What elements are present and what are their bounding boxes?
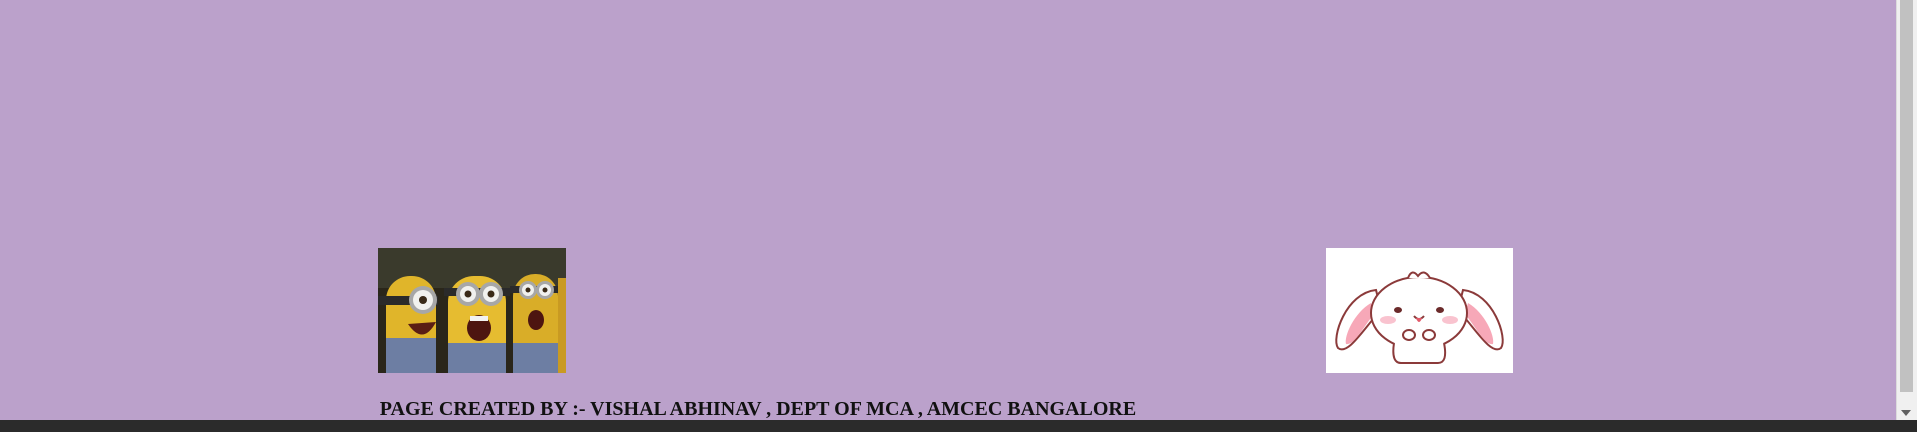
minions-image — [378, 248, 566, 373]
page-credit-text: PAGE CREATED BY :- VISHAL ABHINAV , DEPT… — [379, 398, 1137, 420]
minion-center — [444, 276, 510, 373]
bunny-image — [1326, 248, 1513, 373]
scroll-down-arrow-icon[interactable] — [1901, 410, 1911, 416]
vertical-scrollbar[interactable] — [1896, 0, 1917, 420]
scrollbar-thumb[interactable] — [1900, 0, 1913, 392]
taskbar-strip — [0, 420, 1917, 432]
minion-right — [510, 274, 562, 373]
image-row — [0, 248, 1897, 374]
minions-icon — [378, 248, 566, 373]
page-body: PAGE CREATED BY :- VISHAL ABHINAV , DEPT… — [0, 0, 1897, 420]
bunny-icon — [1326, 248, 1513, 373]
